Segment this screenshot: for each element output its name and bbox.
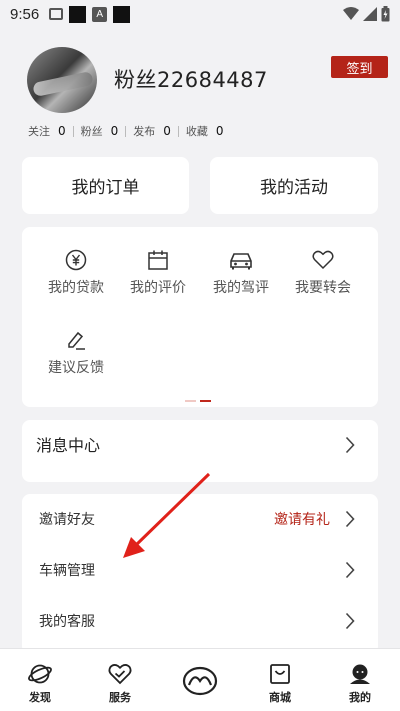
wifi-icon (343, 7, 359, 20)
stat-label: 发布 (133, 125, 156, 138)
stat-value: 0 (163, 124, 171, 138)
stat-label: 粉丝 (80, 125, 103, 138)
status-system-icons (343, 6, 390, 22)
profile-icon (349, 662, 371, 686)
planet-icon (27, 662, 53, 686)
divider (125, 125, 127, 137)
vehicle-management-row[interactable]: 车辆管理 (22, 545, 378, 595)
service-label: 我的贷款 (48, 280, 104, 296)
chevron-right-icon (345, 612, 355, 630)
profile-stats: 关注 0 粉丝 0 发布 0 收藏 0 (28, 123, 224, 139)
nav-mine[interactable]: 我的 (320, 649, 400, 711)
page-dot-active (200, 400, 211, 402)
invite-friends-label: 邀请好友 (39, 512, 95, 528)
status-bar: 9:56 A (0, 0, 400, 28)
chevron-right-icon (345, 510, 355, 528)
invite-reward-text: 邀请有礼 (274, 512, 330, 528)
service-feedback[interactable]: 建议反馈 (35, 329, 117, 377)
service-label: 我的评价 (130, 280, 186, 296)
edit-icon (65, 329, 87, 351)
nav-label: 发现 (29, 691, 51, 704)
service-reviews[interactable]: 我的评价 (117, 249, 199, 297)
service-drive-reviews[interactable]: 我的驾评 (200, 249, 282, 297)
username: 粉丝22684487 (114, 68, 268, 92)
vehicle-management-label: 车辆管理 (39, 563, 95, 579)
nav-mall[interactable]: 商城 (240, 649, 320, 711)
chevron-right-icon (345, 436, 355, 454)
message-center-label: 消息中心 (36, 436, 101, 455)
stat-fans[interactable]: 粉丝 0 (81, 123, 119, 139)
nav-label: 商城 (269, 691, 291, 704)
stat-value: 0 (215, 124, 224, 138)
shop-bag-icon (269, 662, 291, 686)
customer-service-row[interactable]: 我的客服 (22, 596, 378, 646)
calendar-icon (147, 249, 169, 271)
service-label: 建议反馈 (48, 360, 104, 376)
brand-logo-icon (182, 666, 218, 696)
service-loans[interactable]: 我的贷款 (35, 249, 117, 297)
signal-icon (363, 7, 377, 21)
menu-card: 邀请好友 邀请有礼 车辆管理 我的客服 (22, 494, 378, 654)
app-notification-icon-2 (113, 5, 131, 23)
avatar[interactable] (27, 47, 97, 113)
nav-label: 服务 (109, 691, 131, 704)
stat-value: 0 (58, 124, 66, 138)
a-notification-icon: A (92, 6, 108, 22)
image-notification-icon (49, 8, 64, 20)
car-icon (228, 249, 254, 271)
service-label: 我要转会 (295, 280, 351, 296)
app-notification-icon (69, 5, 87, 23)
invite-friends-row[interactable]: 邀请好友 邀请有礼 (22, 494, 378, 544)
nav-discover[interactable]: 发现 (0, 649, 80, 711)
message-center-row[interactable]: 消息中心 (22, 420, 378, 482)
nav-services[interactable]: 服务 (80, 649, 160, 711)
page-dot (185, 400, 196, 402)
service-label: 我的驾评 (213, 280, 269, 296)
checkin-button[interactable]: 签到 (331, 56, 388, 78)
heart-icon (312, 249, 334, 271)
stat-following[interactable]: 关注 0 (28, 123, 66, 139)
stat-value: 0 (110, 124, 119, 138)
divider (177, 125, 179, 137)
status-time: 9:56 (10, 5, 40, 23)
stat-label: 收藏 (185, 125, 208, 138)
service-transfer[interactable]: 我要转会 (282, 249, 364, 297)
page-indicator (185, 400, 211, 402)
heart-check-icon (108, 662, 132, 686)
nav-label: 我的 (349, 691, 371, 704)
my-activities-card[interactable]: 我的活动 (210, 157, 378, 214)
services-card: 我的贷款 我的评价 我的驾评 我要转会 建议反馈 (22, 227, 378, 407)
stat-favorites[interactable]: 收藏 0 (186, 123, 224, 139)
divider (72, 125, 74, 137)
chevron-right-icon (345, 561, 355, 579)
my-orders-card[interactable]: 我的订单 (22, 157, 189, 214)
stat-label: 关注 (28, 125, 50, 138)
status-notification-icons: A (49, 5, 131, 23)
stat-posts[interactable]: 发布 0 (133, 123, 171, 139)
battery-icon (381, 6, 390, 22)
nav-home-brand[interactable] (160, 649, 240, 711)
customer-service-label: 我的客服 (39, 614, 95, 630)
yen-icon (65, 249, 87, 271)
bottom-nav: 发现 服务 商城 我的 (0, 648, 400, 711)
